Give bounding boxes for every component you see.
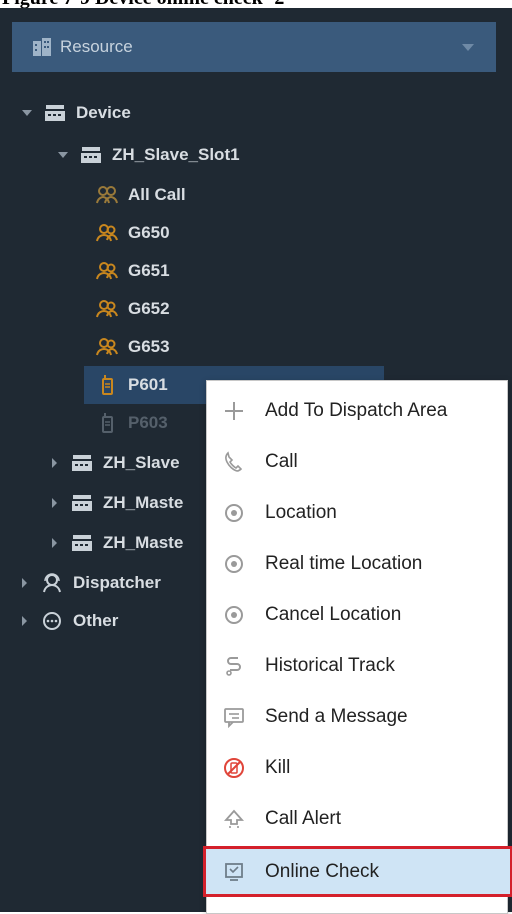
menu-item-real-time-location[interactable]: Real time Location: [207, 538, 507, 589]
tree-item-label: P601: [128, 375, 168, 394]
more-circle-icon: [41, 611, 63, 631]
tree-item-label: All Call: [128, 185, 186, 204]
menu-item-location[interactable]: Location: [207, 487, 507, 538]
group-icon: [96, 261, 118, 281]
menu-item-send-a-message[interactable]: Send a Message: [207, 691, 507, 742]
location-icon: [221, 551, 247, 577]
expand-toggle-icon[interactable]: [22, 616, 27, 626]
tree-item-dispatcher[interactable]: Dispatcher: [22, 564, 161, 602]
tree-item-label: ZH_Maste: [103, 493, 184, 512]
location-icon: [221, 500, 247, 526]
device-icon: [44, 103, 66, 123]
tree-item-zh-master-2[interactable]: ZH_Maste: [52, 524, 183, 562]
tree-item-g651[interactable]: G651: [96, 252, 170, 290]
menu-item-label: Call: [265, 450, 298, 472]
device-icon: [71, 493, 93, 513]
tree-item-label: Device: [76, 103, 131, 122]
expand-toggle-icon[interactable]: [52, 458, 57, 468]
device-icon: [71, 453, 93, 473]
tree-item-g652[interactable]: G652: [96, 290, 170, 328]
tree-item-label: G653: [128, 337, 170, 356]
menu-item-call-alert[interactable]: Call Alert: [207, 793, 507, 844]
menu-item-add-to-dispatch-area[interactable]: Add To Dispatch Area: [207, 385, 507, 436]
tree-item-label: G651: [128, 261, 170, 280]
menu-item-label: Real time Location: [265, 552, 423, 574]
tree-item-label: P603: [128, 413, 168, 432]
menu-item-historical-track[interactable]: Historical Track: [207, 640, 507, 691]
menu-item-label: Send a Message: [265, 705, 408, 727]
tree-item-label: G652: [128, 299, 170, 318]
menu-item-label: Online Check: [265, 860, 380, 882]
tree-item-zh-master-1[interactable]: ZH_Maste: [52, 484, 183, 522]
expand-toggle-icon[interactable]: [52, 538, 57, 548]
resource-dropdown[interactable]: Resource: [12, 22, 496, 72]
chevron-down-icon: [462, 44, 474, 51]
tree-item-device[interactable]: Device: [22, 94, 131, 132]
tree-item-label: ZH_Slave: [103, 453, 180, 472]
phone-icon: [221, 449, 247, 475]
tree-item-g650[interactable]: G650: [96, 214, 170, 252]
building-icon: [32, 38, 52, 56]
radio-icon: [96, 375, 118, 395]
menu-item-label: Kill: [265, 756, 291, 778]
group-icon: [96, 223, 118, 243]
menu-item-label: Call Alert: [265, 807, 342, 829]
tree-item-slot1[interactable]: ZH_Slave_Slot1: [58, 136, 240, 174]
dispatcher-icon: [41, 573, 63, 593]
expand-toggle-icon[interactable]: [52, 498, 57, 508]
track-icon: [221, 653, 247, 679]
expand-toggle-icon[interactable]: [22, 110, 32, 116]
monitor-icon: [221, 859, 247, 885]
expand-toggle-icon[interactable]: [58, 152, 68, 158]
menu-item-cancel-location[interactable]: Cancel Location: [207, 589, 507, 640]
menu-item-label: Add To Dispatch Area: [265, 399, 448, 421]
menu-item-kill[interactable]: Kill: [207, 742, 507, 793]
tree-item-label: ZH_Slave_Slot1: [112, 145, 240, 164]
tree-item-label: Other: [73, 611, 119, 630]
device-icon: [71, 533, 93, 553]
message-icon: [221, 704, 247, 730]
menu-item-label: Historical Track: [265, 654, 395, 676]
tree-item-p603[interactable]: P603: [96, 404, 168, 442]
menu-item-label: Cancel Location: [265, 603, 402, 625]
group-icon: [96, 337, 118, 357]
group-icon: [96, 185, 118, 205]
expand-toggle-icon[interactable]: [22, 578, 27, 588]
tree-item-other[interactable]: Other: [22, 602, 118, 640]
kill-icon: [221, 755, 247, 781]
menu-item-online-check[interactable]: Online Check: [203, 846, 512, 897]
tree-item-label: Dispatcher: [73, 573, 161, 592]
device-icon: [80, 145, 102, 165]
tree-item-zh-slave[interactable]: ZH_Slave: [52, 444, 180, 482]
alert-icon: [221, 806, 247, 832]
tree-item-all-call[interactable]: All Call: [96, 176, 186, 214]
resource-label: Resource: [60, 37, 133, 56]
plus-icon: [221, 398, 247, 424]
group-icon: [96, 299, 118, 319]
tree-item-g653[interactable]: G653: [96, 328, 170, 366]
menu-item-call[interactable]: Call: [207, 436, 507, 487]
menu-item-label: Location: [265, 501, 337, 523]
tree-item-label: ZH_Maste: [103, 533, 184, 552]
location-icon: [221, 602, 247, 628]
radio-icon: [96, 413, 118, 433]
context-menu: Add To Dispatch Area Call Location Real …: [203, 380, 512, 914]
tree-item-label: G650: [128, 223, 170, 242]
